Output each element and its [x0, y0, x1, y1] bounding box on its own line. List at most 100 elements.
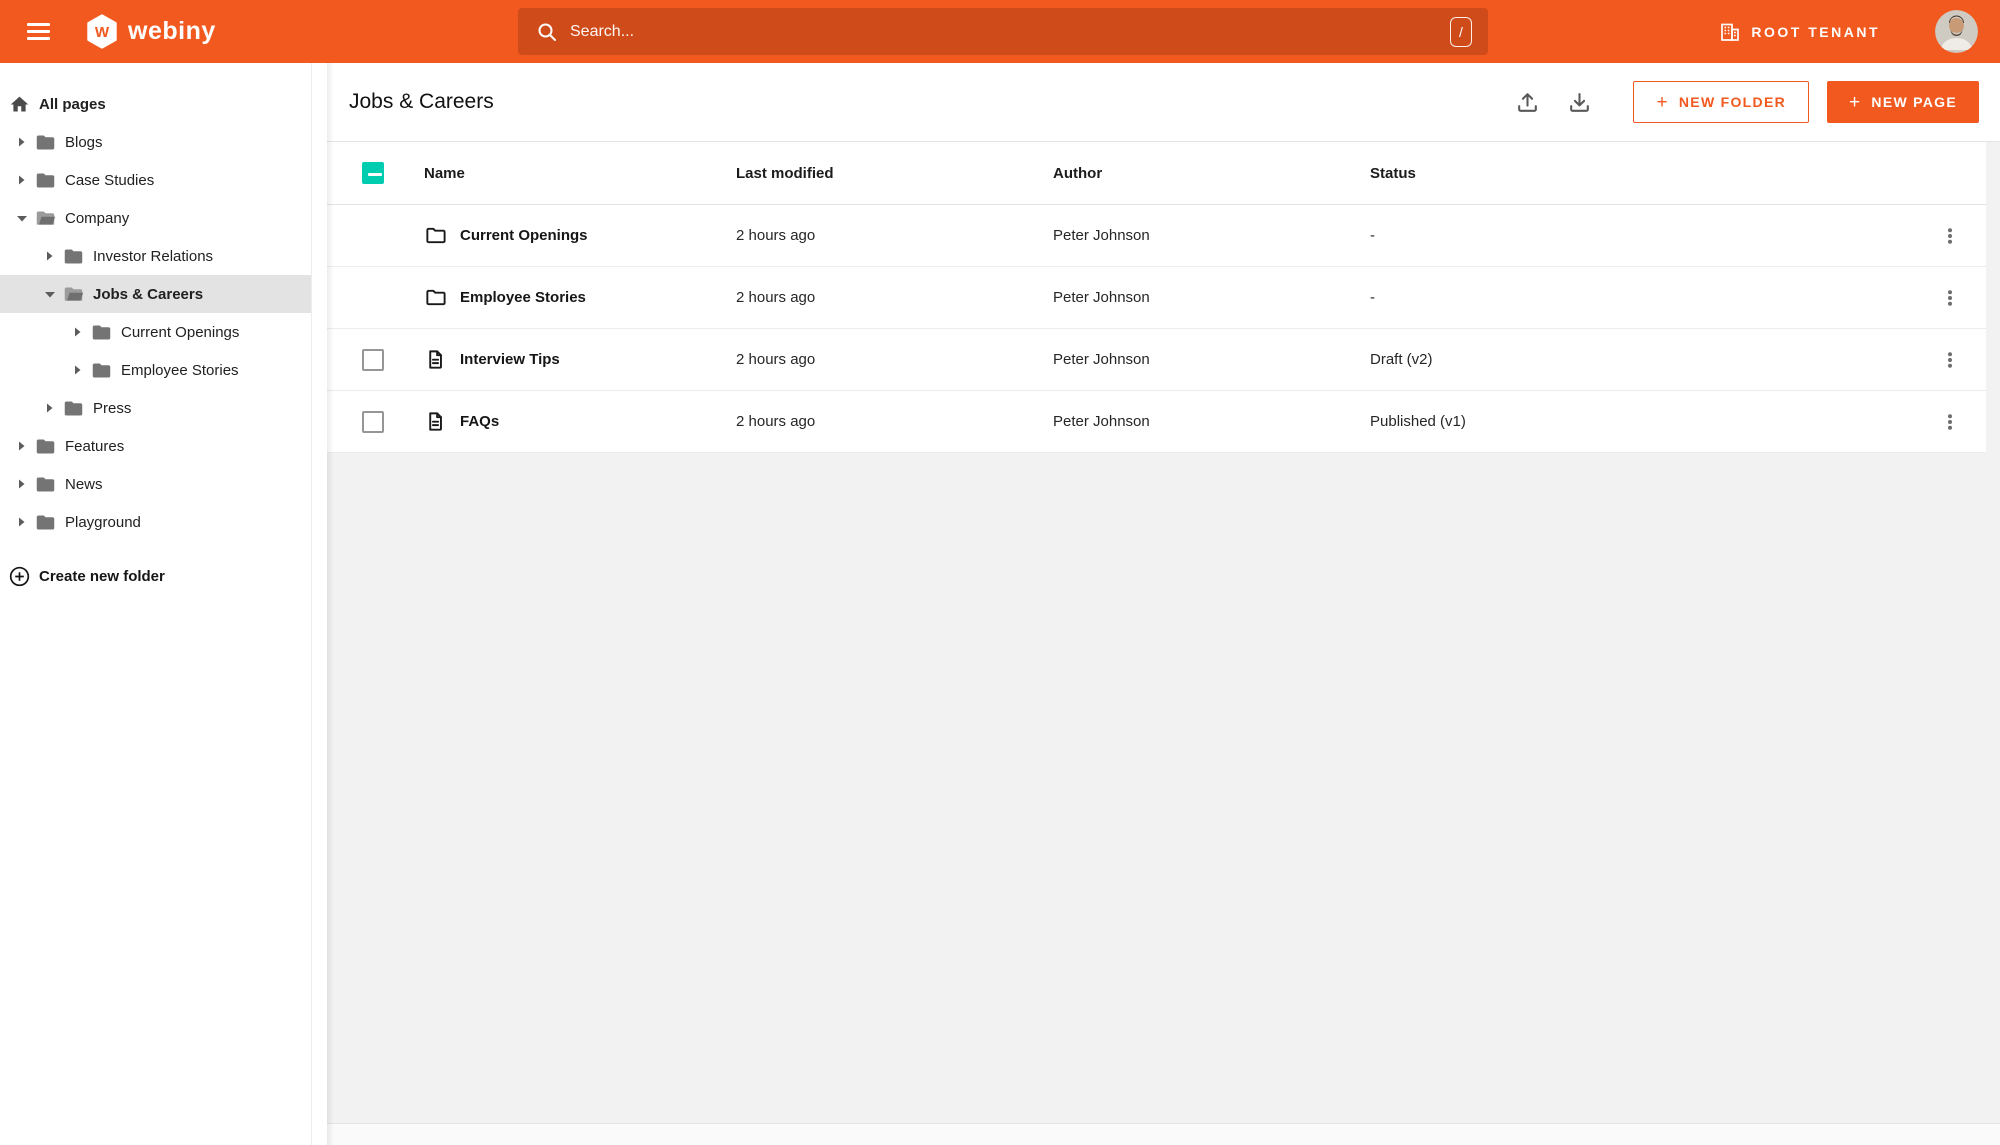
export-upload-button[interactable] — [1505, 80, 1549, 124]
table-row-faqs[interactable]: FAQs 2 hours ago Peter Johnson Published… — [327, 391, 1986, 453]
row-actions-menu-button[interactable] — [1932, 340, 1968, 380]
row-author: Peter Johnson — [1053, 227, 1150, 244]
column-header-name[interactable]: Name — [424, 165, 736, 182]
sidebar-item-label: Employee Stories — [121, 361, 239, 379]
sidebar-item-press[interactable]: Press — [0, 389, 311, 427]
select-all-checkbox[interactable] — [362, 162, 384, 184]
horizontal-scrollbar-track[interactable] — [327, 1123, 2000, 1145]
kebab-menu-icon — [1947, 289, 1952, 306]
folder-icon — [64, 401, 83, 415]
search-bar[interactable]: / — [518, 8, 1488, 55]
plus-icon: + — [1849, 91, 1862, 113]
webiny-hexagon-icon: W — [87, 14, 117, 49]
sidebar-item-label: Playground — [65, 513, 141, 531]
sidebar-item-case-studies[interactable]: Case Studies — [0, 161, 311, 199]
row-status: - — [1370, 227, 1375, 244]
table-row-interview-tips[interactable]: Interview Tips 2 hours ago Peter Johnson… — [327, 329, 1986, 391]
folder-icon — [36, 439, 55, 453]
sidebar-item-label: News — [65, 475, 103, 493]
sidebar-scrollbar-gutter[interactable] — [311, 63, 327, 1145]
folder-outline-icon — [426, 227, 446, 244]
row-name: Interview Tips — [460, 351, 560, 368]
chevron-right-icon[interactable] — [16, 174, 31, 186]
sidebar-item-label: All pages — [39, 95, 106, 113]
row-last-modified: 2 hours ago — [736, 351, 816, 368]
column-header-author[interactable]: Author — [1053, 165, 1370, 182]
new-page-button[interactable]: + NEW PAGE — [1827, 81, 1979, 123]
sidebar-item-blogs[interactable]: Blogs — [0, 123, 311, 161]
kebab-menu-icon — [1947, 351, 1952, 368]
webiny-logo[interactable]: W webiny — [86, 14, 216, 49]
tenant-selector[interactable]: ROOT TENANT — [1719, 0, 1880, 63]
row-actions-menu-button[interactable] — [1932, 216, 1968, 256]
sidebar-item-jobs-careers[interactable]: Jobs & Careers — [0, 275, 311, 313]
folder-icon — [36, 135, 55, 149]
row-name: Current Openings — [460, 227, 588, 244]
row-status: - — [1370, 289, 1375, 306]
sidebar-item-company[interactable]: Company — [0, 199, 311, 237]
chevron-down-icon[interactable] — [16, 213, 31, 224]
chevron-right-icon[interactable] — [16, 440, 31, 452]
sidebar-item-current-openings[interactable]: Current Openings — [0, 313, 311, 351]
create-new-folder-button[interactable]: Create new folder — [0, 557, 311, 595]
top-bar: W webiny / ROOT TENANT — [0, 0, 2000, 63]
plus-icon: + — [1656, 91, 1669, 113]
table-row-current-openings[interactable]: Current Openings 2 hours ago Peter Johns… — [327, 205, 1986, 267]
sidebar-item-playground[interactable]: Playground — [0, 503, 311, 541]
page-title: Jobs & Careers — [349, 90, 494, 113]
sidebar-item-label: Current Openings — [121, 323, 240, 341]
chevron-right-icon[interactable] — [44, 402, 59, 414]
search-icon — [538, 23, 556, 41]
chevron-right-icon[interactable] — [72, 364, 87, 376]
home-icon — [10, 96, 29, 111]
sidebar-item-features[interactable]: Features — [0, 427, 311, 465]
sidebar-item-label: Press — [93, 399, 132, 417]
sidebar-item-label: Features — [65, 437, 125, 455]
folder-outline-icon — [426, 289, 446, 306]
chevron-right-icon[interactable] — [16, 478, 31, 490]
column-header-last-modified[interactable]: Last modified — [736, 165, 1053, 182]
folder-icon — [36, 515, 55, 529]
chevron-right-icon[interactable] — [16, 516, 31, 528]
sidebar-item-label: Company — [65, 209, 130, 227]
chevron-right-icon[interactable] — [16, 136, 31, 148]
row-checkbox[interactable] — [362, 410, 384, 433]
sidebar-item-label: Case Studies — [65, 171, 155, 189]
user-avatar[interactable] — [1935, 10, 1978, 53]
row-checkbox[interactable] — [362, 348, 384, 371]
new-folder-button[interactable]: + NEW FOLDER — [1633, 81, 1809, 123]
sidebar-item-news[interactable]: News — [0, 465, 311, 503]
sidebar-item-all-pages[interactable]: All pages — [0, 85, 311, 123]
table-row-employee-stories[interactable]: Employee Stories 2 hours ago Peter Johns… — [327, 267, 1986, 329]
download-icon — [1570, 92, 1589, 112]
import-download-button[interactable] — [1557, 80, 1601, 124]
row-last-modified: 2 hours ago — [736, 227, 816, 244]
search-input[interactable] — [570, 22, 1450, 41]
chevron-right-icon[interactable] — [44, 250, 59, 262]
row-actions-menu-button[interactable] — [1932, 278, 1968, 318]
column-header-status[interactable]: Status — [1370, 165, 1913, 182]
row-author: Peter Johnson — [1053, 351, 1150, 368]
page-header: Jobs & Careers + NEW FOLDER + NEW PAGE — [327, 63, 2000, 142]
folder-icon — [92, 325, 111, 339]
chevron-down-icon[interactable] — [44, 289, 59, 300]
sidebar-item-label: Investor Relations — [93, 247, 214, 265]
sidebar-item-label: Blogs — [65, 133, 103, 151]
sidebar-item-employee-stories[interactable]: Employee Stories — [0, 351, 311, 389]
row-actions-menu-button[interactable] — [1932, 402, 1968, 442]
row-name: Employee Stories — [460, 289, 586, 306]
header-actions: + NEW FOLDER + NEW PAGE — [1505, 80, 1979, 124]
document-icon — [429, 412, 442, 431]
row-author: Peter Johnson — [1053, 413, 1150, 430]
folder-icon — [36, 477, 55, 491]
hamburger-menu-icon[interactable] — [18, 12, 64, 52]
app-body: All pages Blogs Case Studies Company Inv… — [0, 63, 2000, 1145]
row-author: Peter Johnson — [1053, 289, 1150, 306]
kebab-menu-icon — [1947, 413, 1952, 430]
chevron-right-icon[interactable] — [72, 326, 87, 338]
folder-open-icon — [64, 287, 84, 301]
folder-tree-sidebar: All pages Blogs Case Studies Company Inv… — [0, 63, 311, 1145]
svg-text:W: W — [95, 24, 110, 41]
sidebar-item-investor-relations[interactable]: Investor Relations — [0, 237, 311, 275]
folder-icon — [36, 173, 55, 187]
